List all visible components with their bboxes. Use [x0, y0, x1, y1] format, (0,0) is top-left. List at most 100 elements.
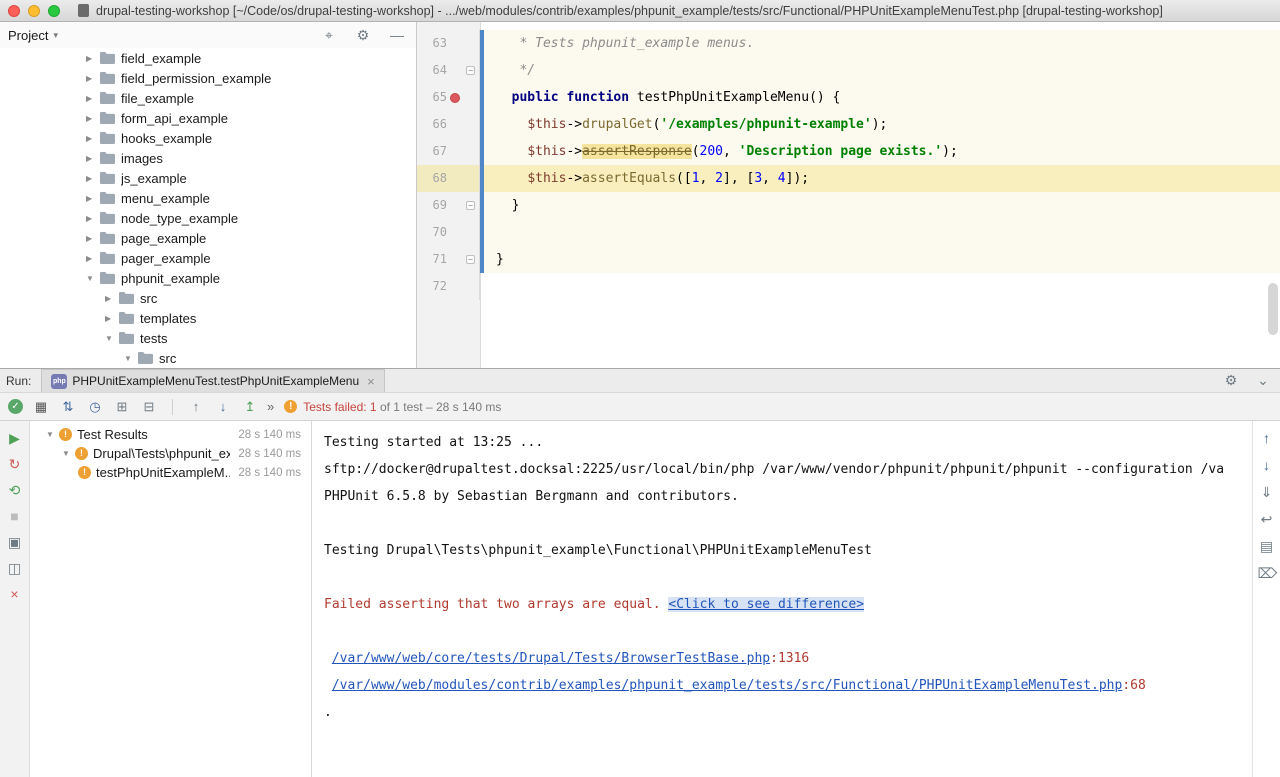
down-stack-trace-icon[interactable]: ↓	[1258, 458, 1276, 473]
stop-icon[interactable]: ■	[6, 509, 24, 524]
code-text[interactable]: $this->drupalGet('/examples/phpunit-exam…	[484, 111, 1280, 138]
code-text[interactable]: }	[484, 192, 1280, 219]
chevron-down-icon[interactable]: ▼	[46, 430, 59, 439]
code-text[interactable]: $this->assertEquals([1, 2], [3, 4]);	[484, 165, 1280, 192]
tree-item-form_api_example[interactable]: ▶form_api_example	[0, 108, 416, 128]
export-test-results-icon[interactable]: ⇓	[1258, 485, 1276, 500]
next-failed-test-icon[interactable]: ↓	[214, 399, 232, 414]
soft-wrap-icon[interactable]: ↩	[1258, 512, 1276, 527]
run-tab[interactable]: php PHPUnitExampleMenuTest.testPhpUnitEx…	[41, 369, 384, 392]
chevron-down-icon[interactable]: ▼	[86, 274, 99, 283]
chevron-right-icon[interactable]: ▶	[86, 154, 99, 163]
show-passed-icon[interactable]: ✓	[8, 399, 23, 414]
gear-icon[interactable]: ⚙	[354, 28, 372, 43]
sort-by-duration-icon[interactable]: ◷	[86, 399, 104, 415]
tree-item-src[interactable]: ▼src	[0, 348, 416, 368]
tree-item-field_permission_example[interactable]: ▶field_permission_example	[0, 68, 416, 88]
hide-panel-icon[interactable]: ⌄	[1254, 373, 1272, 388]
tree-item-page_example[interactable]: ▶page_example	[0, 228, 416, 248]
chevron-down-icon[interactable]: ▼	[62, 449, 75, 458]
tree-item-field_example[interactable]: ▶field_example	[0, 48, 416, 68]
collapse-all-icon[interactable]: ⊟	[140, 399, 158, 415]
close-tab-icon[interactable]: ×	[367, 374, 375, 389]
code-text[interactable]: $this->assertResponse(200, 'Description …	[484, 138, 1280, 165]
more-chevron-icon[interactable]: »	[267, 399, 274, 414]
close-button[interactable]	[8, 5, 20, 17]
folder-icon	[100, 272, 116, 285]
code-text[interactable]: * Tests phpunit_example menus.	[484, 30, 1280, 57]
print-icon[interactable]: ▤	[1258, 539, 1276, 554]
console-file-link[interactable]: /var/www/web/core/tests/Drupal/Tests/Bro…	[332, 651, 770, 666]
fold-slot: −	[463, 192, 478, 219]
failed-test-gutter-icon[interactable]	[450, 93, 460, 103]
sort-alphabetically-icon[interactable]: ⇅	[59, 399, 77, 415]
gear-icon[interactable]: ⚙	[1222, 373, 1240, 388]
close-icon[interactable]: ×	[6, 587, 24, 602]
previous-failed-test-icon[interactable]: ↑	[187, 399, 205, 414]
editor[interactable]: 63 * Tests phpunit_example menus.64− */6…	[417, 22, 1280, 368]
chevron-down-icon[interactable]: ▾	[53, 30, 58, 41]
chevron-down-icon[interactable]: ▼	[124, 354, 137, 363]
gutter: 63	[417, 30, 480, 57]
test-duration: 28 s 140 ms	[230, 429, 301, 441]
test-tree-item[interactable]: ▼!Test Results28 s 140 ms	[30, 425, 311, 444]
code-text[interactable]	[484, 273, 1280, 300]
rerun-failed-tests-icon[interactable]: ↻	[6, 457, 24, 472]
chevron-right-icon[interactable]: ▶	[86, 94, 99, 103]
editor-scrollbar-thumb[interactable]	[1268, 283, 1278, 335]
view-diff-link[interactable]: <Click to see difference>	[668, 597, 864, 612]
chevron-right-icon[interactable]: ▶	[86, 234, 99, 243]
chevron-right-icon[interactable]: ▶	[86, 74, 99, 83]
minimize-button[interactable]	[28, 5, 40, 17]
chevron-right-icon[interactable]: ▶	[86, 54, 99, 63]
toggle-auto-test-icon[interactable]: ⟲	[6, 483, 24, 498]
tree-item-templates[interactable]: ▶templates	[0, 308, 416, 328]
console-file-link[interactable]: /var/www/web/modules/contrib/examples/ph…	[332, 678, 1123, 693]
chevron-down-icon[interactable]: ▼	[105, 334, 118, 343]
line-number: 66	[417, 111, 447, 138]
tree-item-node_type_example[interactable]: ▶node_type_example	[0, 208, 416, 228]
fold-marker-icon[interactable]: −	[466, 66, 475, 75]
clear-all-icon[interactable]: ⌦	[1258, 566, 1276, 581]
chevron-right-icon[interactable]: ▶	[86, 174, 99, 183]
chevron-right-icon[interactable]: ▶	[86, 214, 99, 223]
project-panel-title[interactable]: Project	[8, 28, 48, 43]
expand-all-icon[interactable]: ⊞	[113, 399, 131, 415]
chevron-right-icon[interactable]: ▶	[86, 194, 99, 203]
up-stack-trace-icon[interactable]: ↑	[1258, 431, 1276, 446]
tests-failed-text: Tests failed: 1	[303, 400, 376, 414]
code-text[interactable]	[484, 219, 1280, 246]
tree-item-file_example[interactable]: ▶file_example	[0, 88, 416, 108]
fold-marker-icon[interactable]: −	[466, 255, 475, 264]
code-text[interactable]: }	[484, 246, 1280, 273]
tree-item-menu_example[interactable]: ▶menu_example	[0, 188, 416, 208]
test-tree-item[interactable]: ▼!Drupal\Tests\phpunit_ex...28 s 140 ms	[30, 444, 311, 463]
chevron-right-icon[interactable]: ▶	[86, 114, 99, 123]
test-tree-item[interactable]: !testPhpUnitExampleM...28 s 140 ms	[30, 463, 311, 482]
tree-item-label: pager_example	[121, 251, 211, 266]
tree-item-js_example[interactable]: ▶js_example	[0, 168, 416, 188]
chevron-right-icon[interactable]: ▶	[105, 314, 118, 323]
hide-panel-icon[interactable]: —	[388, 28, 406, 43]
code-text[interactable]: */	[484, 57, 1280, 84]
rerun-tests-icon[interactable]: ▶	[6, 431, 24, 446]
tree-item-images[interactable]: ▶images	[0, 148, 416, 168]
locate-file-icon[interactable]: ⌖	[320, 28, 338, 43]
chevron-right-icon[interactable]: ▶	[86, 134, 99, 143]
tree-item-pager_example[interactable]: ▶ pager_example	[0, 248, 416, 268]
pin-tab-icon[interactable]: ◫	[6, 561, 24, 576]
show-ignored-icon[interactable]: ▦	[32, 399, 50, 415]
tree-item-phpunit_example[interactable]: ▼phpunit_example	[0, 268, 416, 288]
chevron-right-icon[interactable]: ▶	[105, 294, 118, 303]
titlebar: drupal-testing-workshop [~/Code/os/drupa…	[0, 0, 1280, 22]
tree-item-tests[interactable]: ▼tests	[0, 328, 416, 348]
zoom-button[interactable]	[48, 5, 60, 17]
tree-item-hooks_example[interactable]: ▶hooks_example	[0, 128, 416, 148]
fold-marker-icon[interactable]: −	[466, 201, 475, 210]
code-text[interactable]: public function testPhpUnitExampleMenu()…	[484, 84, 1280, 111]
restore-layout-icon[interactable]: ▣	[6, 535, 24, 550]
chevron-right-icon[interactable]: ▶	[86, 254, 99, 263]
tree-item-src[interactable]: ▶src	[0, 288, 416, 308]
test-toolbar-icons: ✓ ▦ ⇅ ◷ ⊞ ⊟ ↑ ↓ ↥	[8, 399, 259, 415]
import-test-results-icon[interactable]: ↥	[241, 399, 259, 415]
